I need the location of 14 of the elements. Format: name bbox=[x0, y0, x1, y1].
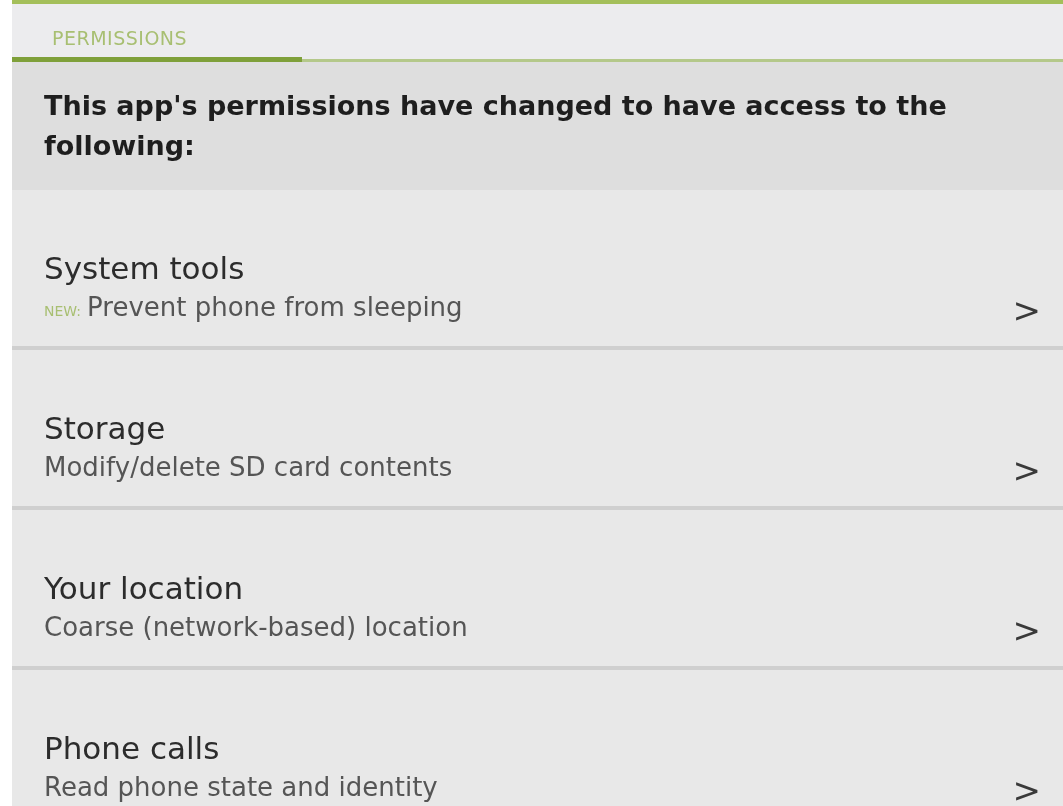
permissions-notice: This app's permissions have changed to have access to the following: bbox=[12, 62, 1063, 190]
new-label: NEW: bbox=[44, 303, 82, 319]
permission-title: Storage bbox=[44, 410, 167, 446]
permission-description: Modify/delete SD card contents bbox=[44, 452, 453, 482]
permission-title: Your location bbox=[44, 570, 245, 606]
permission-description: Coarse (network-based) location bbox=[44, 612, 468, 642]
chevron-icon: > bbox=[1012, 450, 1041, 490]
permission-description: Read phone state and identity bbox=[44, 772, 438, 802]
chevron-icon: > bbox=[1012, 770, 1041, 806]
chevron-icon: > bbox=[1012, 610, 1041, 650]
permission-title: System tools bbox=[44, 250, 246, 286]
chevron-icon: > bbox=[1012, 290, 1041, 330]
permission-description: Prevent phone from sleeping bbox=[87, 292, 463, 322]
permission-title: Phone calls bbox=[44, 730, 221, 766]
